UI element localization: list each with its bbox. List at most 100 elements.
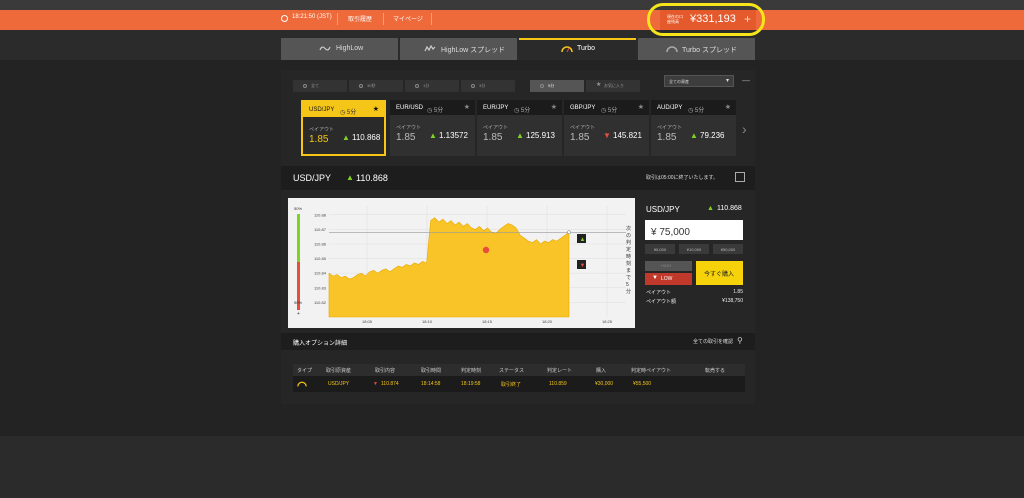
x-tick-label: 18:15 bbox=[482, 319, 493, 324]
card-duration-value: 5分 bbox=[346, 110, 357, 116]
payout-amount-label: ペイアウト額 bbox=[646, 299, 677, 305]
table-header: タイプ 取引原資産 取引内容 取引時間 判定時刻 ステータス 判定レート 購入 … bbox=[293, 364, 745, 376]
card-duration: ◷ 5分 bbox=[514, 108, 531, 114]
card-pair: EUR/USD bbox=[396, 105, 424, 111]
details-title: 購入オプション詳細 bbox=[293, 341, 348, 347]
trade-entry-marker bbox=[482, 246, 490, 254]
top-strip bbox=[0, 0, 1024, 10]
countdown-char: 判 bbox=[626, 239, 631, 246]
filter-30s[interactable]: 30秒 bbox=[349, 80, 403, 92]
card-payout: 1.85 bbox=[483, 132, 503, 143]
col-time: 取引時間 bbox=[421, 368, 442, 374]
tab-label: HighLow bbox=[336, 45, 364, 52]
row-content: 110.874 bbox=[381, 381, 399, 387]
details-bar: 購入オプション詳細 全ての取引を確認 ⚲ bbox=[281, 333, 755, 350]
card-payout-label: ペイアウト bbox=[483, 125, 509, 131]
asset-dropdown[interactable]: 全ての資産 ▾ bbox=[664, 75, 734, 87]
card-pair: AUD/JPY bbox=[657, 105, 683, 111]
card-pair: GBP/JPY bbox=[570, 105, 596, 111]
card-payout-label: ペイアウト bbox=[396, 125, 422, 131]
asset-card[interactable]: USD/JPY ◷ 5分 ★ ペイアウト 1.85 ▲ 110.868 bbox=[301, 100, 386, 156]
tab-highlow[interactable]: HighLow bbox=[281, 38, 398, 60]
up-arrow-icon: ▲ bbox=[707, 205, 714, 212]
view-all-trades-link[interactable]: 全ての取引を確認 bbox=[693, 338, 733, 345]
tab-turbo[interactable]: Turbo bbox=[519, 38, 636, 60]
card-rate: 1.13572 bbox=[439, 131, 468, 140]
chart-svg: 50% 50% 110.88 110.87 110.86 110.85 110.84 110.… bbox=[288, 198, 635, 328]
preset-10000-button[interactable]: ¥10,000 bbox=[679, 244, 709, 254]
favorite-star-icon[interactable]: ★ bbox=[464, 103, 470, 111]
filter-all[interactable]: 全て bbox=[293, 80, 347, 92]
high-button[interactable]: HIGH bbox=[645, 261, 692, 271]
card-rate: 145.821 bbox=[613, 131, 642, 140]
asset-rate: 110.868 bbox=[356, 173, 388, 183]
col-rate: 判定レート bbox=[547, 368, 573, 374]
up-arrow-icon: ▲ bbox=[342, 133, 350, 142]
search-icon[interactable]: ⚲ bbox=[737, 336, 743, 345]
row-time: 18:14:58 bbox=[421, 381, 441, 387]
y-tick-label: 110.85 bbox=[314, 256, 327, 261]
divider bbox=[431, 13, 432, 25]
filter-label: 全て bbox=[311, 83, 319, 88]
highlow-icon bbox=[319, 46, 331, 51]
chevron-down-icon: ▾ bbox=[725, 78, 729, 84]
tab-highlow-spread[interactable]: HighLow スプレッド bbox=[400, 38, 517, 60]
filter-label: 30秒 bbox=[367, 83, 376, 88]
card-payout-label: ペイアウト bbox=[657, 125, 683, 131]
card-rate: 110.868 bbox=[352, 133, 381, 142]
x-tick-label: 18:25 bbox=[602, 319, 613, 324]
y-tick-label: 110.84 bbox=[314, 271, 327, 276]
preset-50000-button[interactable]: ¥50,000 bbox=[713, 244, 743, 254]
favorite-star-icon[interactable]: ★ bbox=[725, 103, 731, 111]
collapse-icon[interactable]: — bbox=[742, 76, 750, 85]
low-button[interactable]: ▼ LOW bbox=[645, 273, 692, 285]
next-arrow-icon[interactable]: › bbox=[742, 121, 747, 137]
countdown-char: で bbox=[626, 275, 631, 281]
high-label: HIGH bbox=[661, 263, 671, 268]
card-rate: 125.913 bbox=[526, 131, 555, 140]
low-label: LOW bbox=[661, 276, 673, 282]
filter-label: 1分 bbox=[423, 83, 430, 88]
buy-now-button[interactable]: 今すぐ購入 bbox=[696, 261, 743, 285]
favorite-star-icon[interactable]: ★ bbox=[373, 105, 379, 113]
col-content: 取引内容 bbox=[375, 368, 396, 374]
col-payout: 判定時ペイアウト bbox=[631, 368, 672, 374]
card-payout: 1.85 bbox=[657, 132, 677, 143]
card-duration-value: 5分 bbox=[433, 108, 444, 114]
card-duration-value: 5分 bbox=[607, 108, 618, 114]
my-page-link[interactable]: マイページ bbox=[393, 14, 423, 23]
server-time: 18:21:50 (JST) bbox=[292, 14, 332, 20]
preset-5000-button[interactable]: ¥5,000 bbox=[645, 244, 675, 254]
asset-card[interactable]: AUD/JPY ◷ 5分 ★ ペイアウト 1.85 ▲ 79.236 bbox=[651, 100, 736, 156]
up-arrow-icon: ▲ bbox=[690, 131, 698, 140]
col-amount: 購入 bbox=[596, 368, 607, 374]
asset-card[interactable]: EUR/USD ◷ 5分 ★ ペイアウト 1.85 ▲ 1.13572 bbox=[390, 100, 475, 156]
filter-3m[interactable]: 3分 bbox=[461, 80, 515, 92]
y-tick-label: 110.87 bbox=[314, 227, 327, 232]
filter-5m[interactable]: 5分 bbox=[530, 80, 584, 92]
chart-settings-icon[interactable] bbox=[735, 172, 745, 182]
countdown-char: 時 bbox=[626, 254, 631, 260]
row-expiry: 18:19:58 bbox=[461, 381, 481, 387]
favorite-star-icon[interactable]: ★ bbox=[551, 103, 557, 111]
card-duration: ◷ 5分 bbox=[427, 108, 444, 114]
payout-amount-value: ¥138,750 bbox=[722, 298, 743, 304]
filter-1m[interactable]: 1分 bbox=[405, 80, 459, 92]
divider bbox=[383, 13, 384, 25]
investment-amount-input[interactable] bbox=[645, 220, 743, 240]
asset-card[interactable]: GBP/JPY ◷ 5分 ★ ペイアウト 1.85 ▼ 145.821 bbox=[564, 100, 649, 156]
x-tick-label: 18:10 bbox=[422, 319, 433, 324]
highlight-circle bbox=[647, 3, 765, 36]
tab-turbo-spread[interactable]: Turbo スプレッド bbox=[638, 38, 755, 60]
trade-history-link[interactable]: 取引履歴 bbox=[348, 14, 372, 23]
y-tick-label: 110.86 bbox=[314, 241, 327, 246]
dropdown-value: 全ての資産 bbox=[669, 79, 689, 84]
asset-card[interactable]: EUR/JPY ◷ 5分 ★ ペイアウト 1.85 ▲ 125.913 bbox=[477, 100, 562, 156]
down-arrow-icon: ▼ bbox=[580, 263, 586, 269]
favorite-star-icon[interactable]: ★ bbox=[638, 103, 644, 111]
clock-icon bbox=[281, 15, 288, 22]
table-row[interactable]: USD/JPY ▼ 110.874 18:14:58 18:19:58 取引終了… bbox=[293, 376, 745, 392]
price-chart: 50% 50% 110.88 110.87 110.86 110.85 110.84 110.… bbox=[288, 198, 635, 328]
filter-favorites[interactable]: ★ お気に入り bbox=[586, 80, 640, 92]
card-pair: EUR/JPY bbox=[483, 105, 509, 111]
